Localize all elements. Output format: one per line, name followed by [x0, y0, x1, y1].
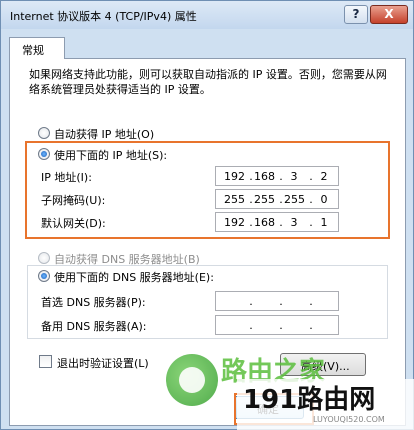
mask-octet-2: 255 — [254, 193, 275, 206]
help-button[interactable]: ? — [344, 5, 368, 24]
gateway-octet-3: 3 — [290, 216, 298, 229]
gateway-octet-4: 1 — [320, 216, 328, 229]
validate-settings-checkbox[interactable] — [39, 355, 52, 368]
title-bar: Internet 协议版本 4 (TCP/IPv4) 属性 ? X — [1, 1, 413, 29]
mask-octet-4: 0 — [320, 193, 328, 206]
manual-ip-label: 使用下面的 IP 地址(S): — [54, 149, 168, 162]
mask-octet-3: 255 — [284, 193, 305, 206]
ip-octet-4: 2 — [320, 170, 328, 183]
ip-address-label: IP 地址(I): — [41, 171, 92, 184]
gateway-octet-1: 192 — [224, 216, 245, 229]
manual-dns-label: 使用下面的 DNS 服务器地址(E): — [54, 271, 214, 284]
alternate-dns-label: 备用 DNS 服务器(A): — [41, 320, 147, 333]
advanced-button[interactable]: 高级(V)... — [280, 353, 366, 376]
advanced-button-label: 高级(V)... — [301, 360, 350, 373]
ip-address-input[interactable]: 192 . 168 . 3 . 2 — [215, 166, 339, 186]
auto-ip-label: 自动获得 IP 地址(O) — [54, 128, 155, 141]
alternate-dns-input[interactable]: . . . — [215, 315, 339, 335]
description-text: 如果网络支持此功能，则可以获取自动指派的 IP 设置。否则，您需要从网络系统管理… — [29, 68, 387, 96]
gateway-input[interactable]: 192 . 168 . 3 . 1 — [215, 212, 339, 232]
gateway-octet-2: 168 — [254, 216, 275, 229]
preferred-dns-input[interactable]: . . . — [215, 291, 339, 311]
watermark-backdrop — [237, 379, 414, 430]
validate-settings-label: 退出时验证设置(L) — [57, 357, 149, 370]
ip-octet-3: 3 — [290, 170, 298, 183]
auto-ip-radio[interactable] — [38, 127, 50, 139]
close-button[interactable]: X — [370, 5, 408, 24]
ip-octet-1: 192 — [224, 170, 245, 183]
manual-ip-radio[interactable] — [38, 148, 50, 160]
window-title: Internet 协议版本 4 (TCP/IPv4) 属性 — [10, 10, 197, 23]
subnet-mask-label: 子网掩码(U): — [41, 194, 106, 207]
tab-general[interactable]: 常规 — [9, 37, 65, 59]
ip-octet-2: 168 — [254, 170, 275, 183]
tab-general-label: 常规 — [22, 44, 44, 57]
preferred-dns-label: 首选 DNS 服务器(P): — [41, 296, 146, 309]
gateway-label: 默认网关(D): — [41, 217, 106, 230]
auto-dns-radio[interactable] — [38, 252, 50, 264]
manual-dns-radio[interactable] — [38, 270, 50, 282]
dialog-window: Internet 协议版本 4 (TCP/IPv4) 属性 ? X 常规 如果网… — [0, 0, 414, 430]
subnet-mask-input[interactable]: 255 . 255 . 255 . 0 — [215, 189, 339, 209]
mask-octet-1: 255 — [224, 193, 245, 206]
